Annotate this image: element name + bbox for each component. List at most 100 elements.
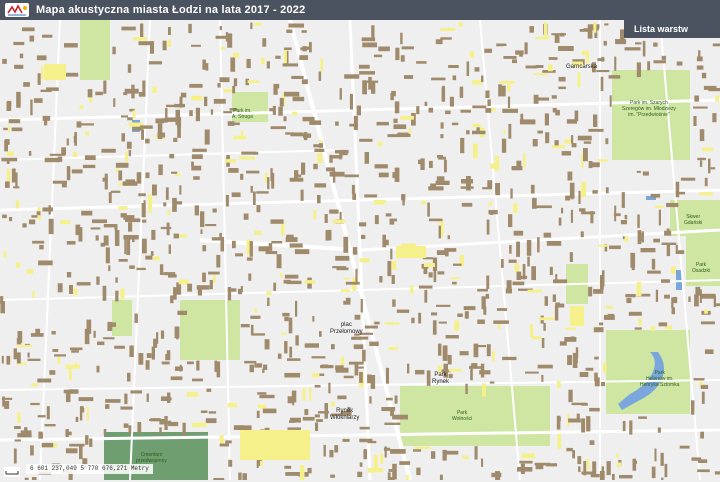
building	[129, 345, 134, 357]
building	[666, 245, 671, 257]
building	[172, 197, 177, 212]
building	[68, 389, 79, 394]
building	[342, 438, 350, 442]
building-public	[410, 285, 414, 294]
map-tiles[interactable]	[0, 0, 720, 480]
building	[485, 293, 490, 299]
building	[146, 393, 149, 402]
building	[474, 67, 480, 72]
building	[704, 349, 714, 354]
building	[438, 343, 442, 356]
building-public	[514, 263, 520, 273]
map-canvas[interactable]: Park im. A. Struga Park im. Szarych Szereg…	[0, 0, 720, 480]
building	[128, 150, 132, 157]
building	[384, 422, 401, 425]
building	[712, 113, 717, 123]
building-public	[513, 203, 518, 213]
building	[577, 456, 582, 465]
building	[378, 46, 390, 52]
building-public	[153, 256, 160, 261]
building	[299, 55, 308, 60]
building-public	[227, 403, 237, 408]
building	[96, 365, 100, 373]
building	[169, 154, 175, 159]
layers-list-button[interactable]: Lista warstw	[624, 20, 720, 38]
building-public	[380, 453, 384, 464]
building	[125, 218, 141, 223]
building	[48, 218, 54, 235]
building-public	[377, 141, 383, 147]
building	[335, 149, 349, 154]
building	[501, 138, 507, 153]
building	[472, 105, 487, 109]
building	[704, 177, 708, 187]
building	[16, 91, 21, 108]
building	[195, 107, 200, 122]
building	[428, 272, 433, 278]
building	[324, 403, 328, 419]
building-public	[3, 251, 7, 258]
building	[78, 397, 94, 402]
building	[647, 270, 661, 274]
building	[122, 181, 138, 186]
building-public	[414, 446, 430, 449]
building	[27, 358, 41, 361]
building	[378, 172, 389, 178]
building-public	[557, 381, 561, 388]
building	[314, 385, 321, 388]
building	[486, 219, 490, 235]
building	[558, 76, 566, 82]
building-public	[240, 430, 310, 460]
building	[484, 48, 492, 53]
building	[138, 353, 144, 365]
building	[332, 170, 336, 183]
building	[459, 351, 469, 356]
building	[268, 243, 273, 251]
building	[38, 260, 53, 266]
building	[481, 458, 484, 467]
building	[188, 23, 192, 34]
building	[593, 289, 604, 294]
building	[460, 109, 471, 113]
building	[459, 86, 464, 98]
building	[558, 417, 561, 421]
building	[217, 83, 221, 88]
building	[588, 161, 593, 169]
building	[373, 54, 383, 58]
building	[393, 124, 407, 129]
building	[150, 418, 161, 422]
building	[544, 113, 549, 126]
building-public	[638, 318, 642, 326]
building	[343, 236, 349, 253]
building-public	[406, 475, 409, 480]
building	[588, 128, 604, 132]
building-public	[283, 47, 287, 64]
building	[625, 294, 636, 298]
building	[379, 276, 383, 283]
building	[345, 297, 351, 302]
building	[127, 117, 133, 121]
building	[40, 89, 52, 92]
building	[520, 113, 524, 124]
building	[329, 449, 334, 458]
building	[661, 279, 670, 283]
building	[176, 330, 179, 340]
building	[173, 137, 178, 142]
building-public	[472, 123, 481, 127]
building	[360, 298, 363, 313]
building	[594, 377, 600, 387]
building	[530, 184, 535, 194]
building	[14, 439, 21, 442]
building	[570, 336, 575, 342]
building	[583, 461, 587, 476]
building	[170, 376, 183, 381]
building	[573, 356, 578, 364]
building-public	[597, 159, 609, 162]
building	[391, 275, 395, 284]
building	[337, 395, 347, 400]
building	[524, 42, 528, 55]
building-public	[233, 52, 240, 58]
building	[403, 132, 408, 138]
building	[128, 222, 133, 232]
building	[700, 293, 716, 299]
